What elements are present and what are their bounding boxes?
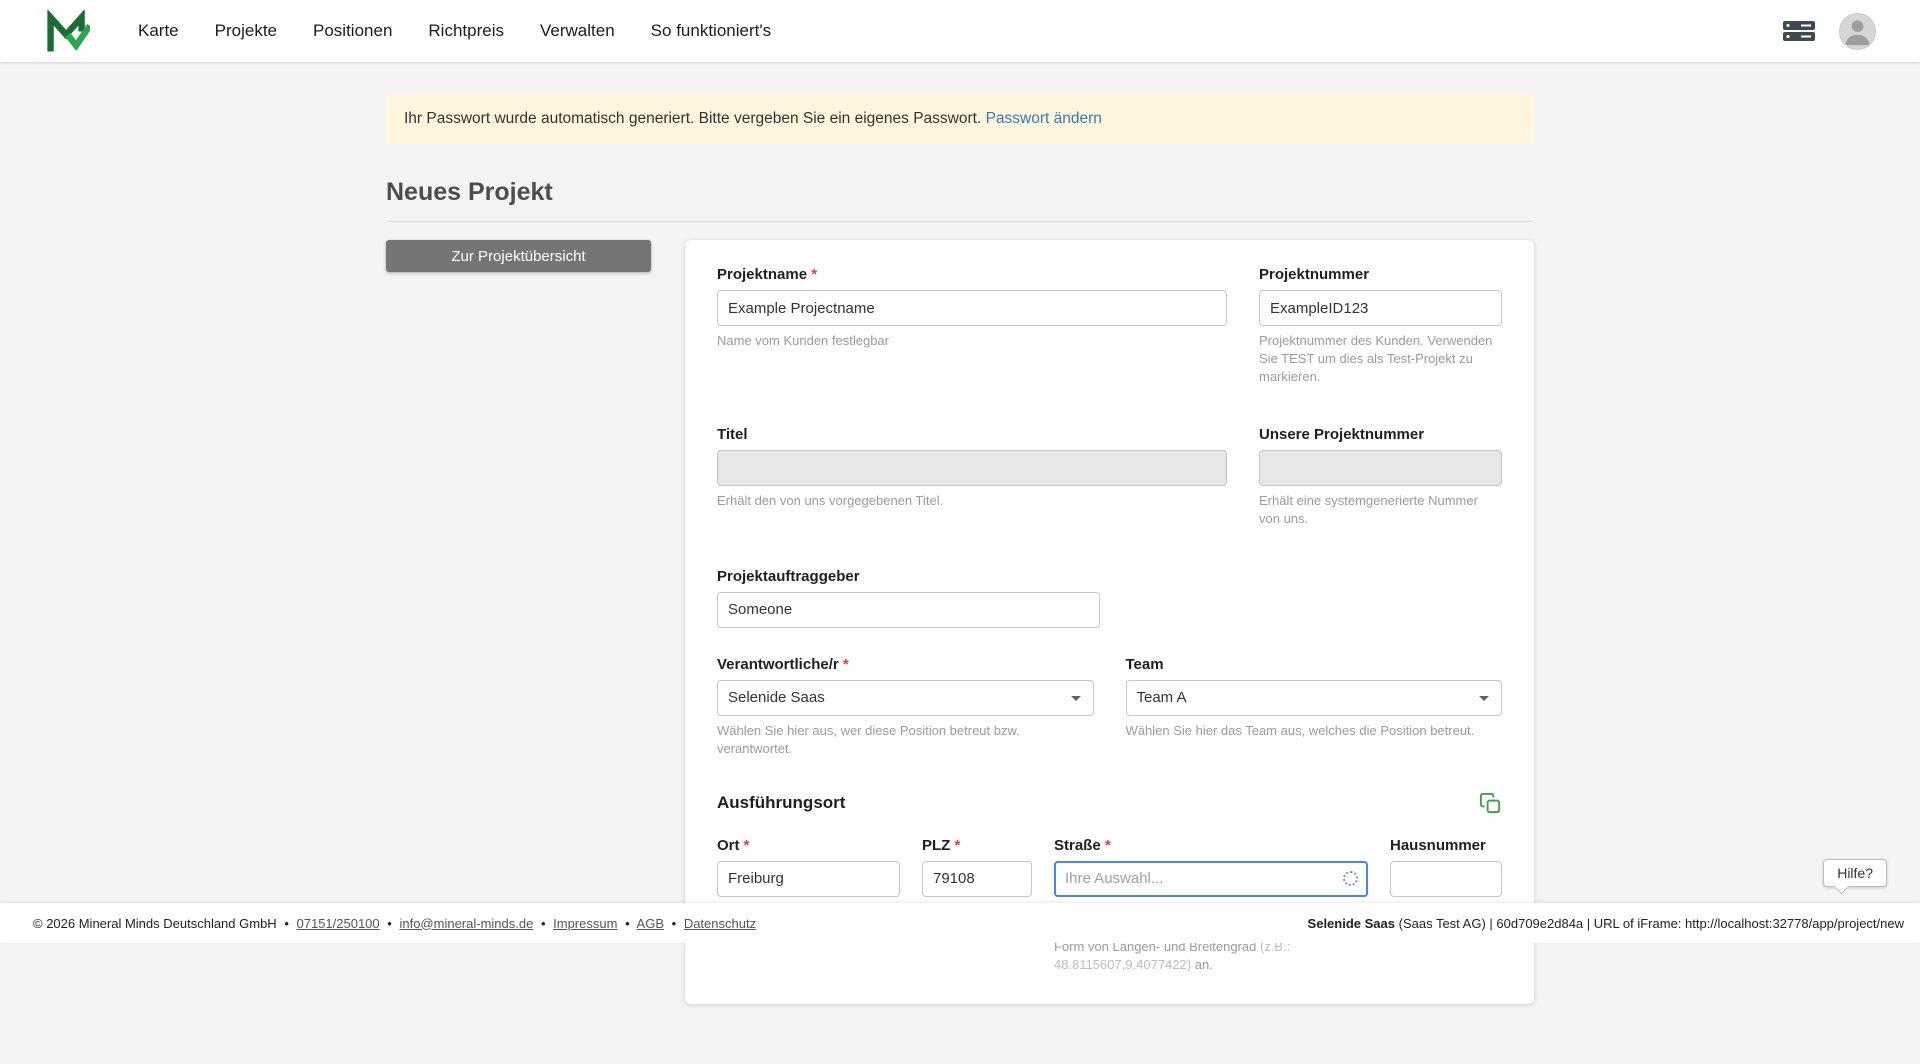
footer-phone-link[interactable]: 07151/250100 bbox=[297, 916, 380, 931]
required-marker: * bbox=[1105, 837, 1111, 854]
person-icon bbox=[1840, 13, 1875, 49]
plz-input[interactable] bbox=[922, 861, 1032, 897]
page-title: Neues Projekt bbox=[386, 178, 1534, 222]
password-warning-banner: Ihr Passwort wurde automatisch generiert… bbox=[386, 94, 1534, 144]
required-marker: * bbox=[955, 837, 961, 854]
top-navbar: Karte Projekte Positionen Richtpreis Ver… bbox=[0, 0, 1920, 62]
titel-label: Titel bbox=[717, 426, 1227, 443]
verantwortliche-selected-value: Selenide Saas bbox=[728, 689, 825, 706]
nav-item-richtpreis[interactable]: Richtpreis bbox=[428, 21, 504, 41]
main-navigation: Karte Projekte Positionen Richtpreis Ver… bbox=[138, 21, 771, 41]
required-marker: * bbox=[811, 266, 817, 283]
titel-helper: Erhält den von uns vorgegebenen Titel. bbox=[717, 492, 1227, 510]
strasse-input[interactable] bbox=[1054, 861, 1368, 897]
copy-icon[interactable] bbox=[1479, 792, 1502, 815]
footer-impressum-link[interactable]: Impressum bbox=[553, 916, 617, 931]
footer-user-name: Selenide Saas bbox=[1308, 916, 1395, 931]
required-marker: * bbox=[744, 837, 750, 854]
copy-icon-glyph bbox=[1479, 792, 1502, 815]
footer-session-info: Selenide Saas (Saas Test AG) | 60d709e2d… bbox=[1308, 916, 1904, 931]
team-helper: Wählen Sie hier das Team aus, welches di… bbox=[1126, 722, 1503, 740]
verantwortliche-select[interactable]: Selenide Saas bbox=[717, 680, 1094, 716]
verantwortliche-label: Verantwortliche/r * bbox=[717, 656, 1094, 673]
nav-item-verwalten[interactable]: Verwalten bbox=[540, 21, 615, 41]
projektauftraggeber-label: Projektauftraggeber bbox=[717, 568, 1502, 585]
change-password-link[interactable]: Passwort ändern bbox=[986, 110, 1102, 127]
row-verantwortliche-team: Verantwortliche/r * Selenide Saas Wählen… bbox=[717, 656, 1502, 758]
footer-copyright: © 2026 Mineral Minds Deutschland GmbH bbox=[33, 916, 277, 931]
footer-agb-link[interactable]: AGB bbox=[637, 916, 664, 931]
ausfuehrungsort-title: Ausführungsort bbox=[717, 793, 845, 813]
projektnummer-helper: Projektnummer des Kunden. Verwenden Sie … bbox=[1259, 332, 1502, 386]
field-unsere-projektnummer: Unsere Projektnummer Erhält eine systemg… bbox=[1259, 426, 1502, 528]
field-projektnummer: Projektnummer Projektnummer des Kunden. … bbox=[1259, 266, 1502, 386]
footer-datenschutz-link[interactable]: Datenschutz bbox=[684, 916, 756, 931]
nav-item-positionen[interactable]: Positionen bbox=[313, 21, 392, 41]
projektname-helper: Name vom Kunden festlegbar bbox=[717, 332, 1227, 350]
titel-input bbox=[717, 450, 1227, 486]
row-titel: Titel Erhält den von uns vorgegebenen Ti… bbox=[717, 426, 1502, 528]
server-icon[interactable] bbox=[1781, 18, 1817, 44]
new-project-form-card: Projektname * Name vom Kunden festlegbar… bbox=[685, 240, 1534, 1004]
row-projektname: Projektname * Name vom Kunden festlegbar… bbox=[717, 266, 1502, 386]
hausnummer-input[interactable] bbox=[1390, 861, 1502, 897]
navbar-right-actions bbox=[1781, 13, 1876, 50]
chevron-down-icon bbox=[1479, 696, 1489, 706]
verantwortliche-helper: Wählen Sie hier aus, wer diese Position … bbox=[717, 722, 1094, 758]
field-projektname: Projektname * Name vom Kunden festlegbar bbox=[717, 266, 1227, 386]
user-avatar-icon bbox=[1839, 13, 1876, 50]
ort-label: Ort * bbox=[717, 837, 900, 854]
required-marker: * bbox=[843, 656, 849, 673]
team-select[interactable]: Team A bbox=[1126, 680, 1503, 716]
logo-icon bbox=[44, 10, 90, 52]
projektauftraggeber-input[interactable] bbox=[717, 592, 1100, 628]
row-projektauftraggeber: Projektauftraggeber bbox=[717, 568, 1502, 628]
nav-item-karte[interactable]: Karte bbox=[138, 21, 179, 41]
unsere-projektnummer-helper: Erhält eine systemgenerierte Nummer von … bbox=[1259, 492, 1502, 528]
team-label: Team bbox=[1126, 656, 1503, 673]
unsere-projektnummer-label: Unsere Projektnummer bbox=[1259, 426, 1502, 443]
plz-label: PLZ * bbox=[922, 837, 1032, 854]
field-titel: Titel Erhält den von uns vorgegebenen Ti… bbox=[717, 426, 1227, 528]
unsere-projektnummer-input bbox=[1259, 450, 1502, 486]
footer-user-details: (Saas Test AG) | 60d709e2d84a | URL of i… bbox=[1395, 916, 1904, 931]
projektnummer-label: Projektnummer bbox=[1259, 266, 1502, 283]
hausnummer-label: Hausnummer bbox=[1390, 837, 1502, 854]
field-team: Team Team A Wählen Sie hier das Team aus… bbox=[1126, 656, 1503, 758]
help-button[interactable]: Hilfe? bbox=[1823, 859, 1887, 887]
projektname-input[interactable] bbox=[717, 290, 1227, 326]
footer-left: © 2026 Mineral Minds Deutschland GmbH • … bbox=[33, 916, 756, 931]
team-selected-value: Team A bbox=[1137, 689, 1187, 706]
user-avatar-button[interactable] bbox=[1839, 13, 1876, 50]
footer: © 2026 Mineral Minds Deutschland GmbH • … bbox=[0, 903, 1920, 943]
banner-text: Ihr Passwort wurde automatisch generiert… bbox=[404, 110, 981, 127]
nav-item-so-funktionierts[interactable]: So funktioniert's bbox=[651, 21, 771, 41]
ausfuehrungsort-section-header: Ausführungsort bbox=[717, 792, 1502, 815]
nav-item-projekte[interactable]: Projekte bbox=[215, 21, 277, 41]
back-to-projects-button[interactable]: Zur Projektübersicht bbox=[386, 240, 651, 272]
projektnummer-input[interactable] bbox=[1259, 290, 1502, 326]
loading-spinner-icon bbox=[1343, 871, 1358, 886]
footer-email-link[interactable]: info@mineral-minds.de bbox=[399, 916, 533, 931]
mineral-minds-logo[interactable] bbox=[44, 10, 90, 52]
field-verantwortliche: Verantwortliche/r * Selenide Saas Wählen… bbox=[717, 656, 1094, 758]
strasse-label: Straße * bbox=[1054, 837, 1368, 854]
chevron-down-icon bbox=[1071, 696, 1081, 706]
projektname-label: Projektname * bbox=[717, 266, 1227, 283]
ort-input[interactable] bbox=[717, 861, 900, 897]
server-icon-glyph bbox=[1781, 18, 1817, 44]
left-column: Zur Projektübersicht bbox=[386, 240, 651, 272]
